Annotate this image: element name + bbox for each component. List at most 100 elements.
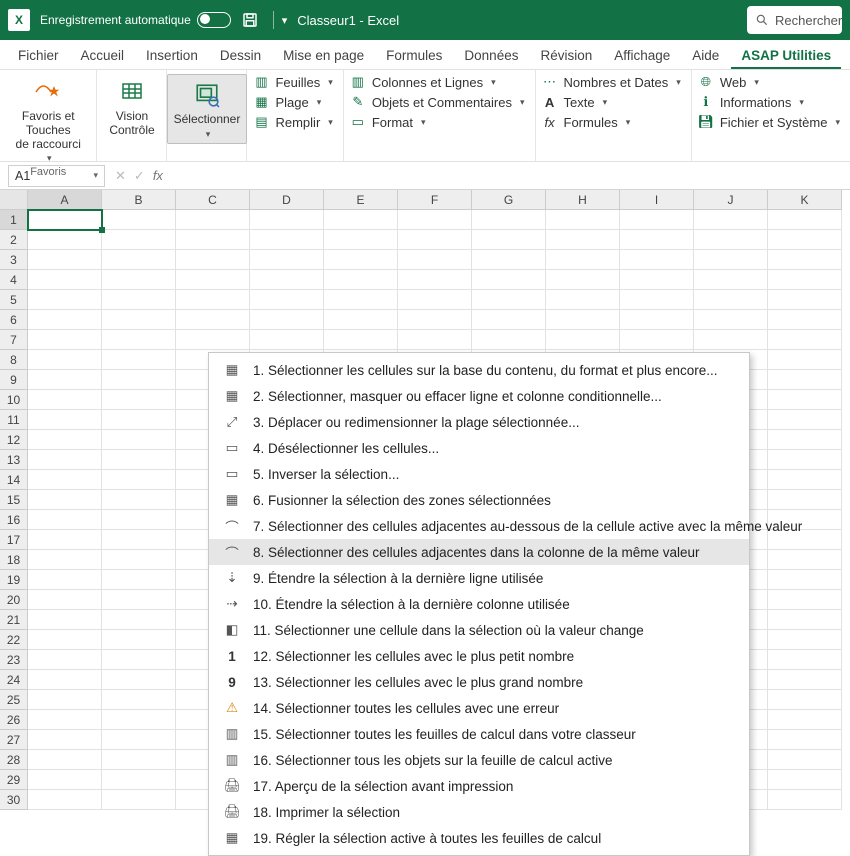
- cell[interactable]: [768, 270, 842, 290]
- tab-accueil[interactable]: Accueil: [71, 42, 135, 69]
- cell[interactable]: [768, 750, 842, 770]
- cell[interactable]: [102, 250, 176, 270]
- row-header[interactable]: 4: [0, 270, 28, 290]
- row-header[interactable]: 5: [0, 290, 28, 310]
- cell[interactable]: [250, 250, 324, 270]
- cell[interactable]: [694, 310, 768, 330]
- row-header[interactable]: 23: [0, 650, 28, 670]
- plage-button[interactable]: ▦Plage▾: [253, 94, 321, 110]
- cell[interactable]: [102, 350, 176, 370]
- cell[interactable]: [398, 270, 472, 290]
- cell[interactable]: [28, 650, 102, 670]
- menu-item-13[interactable]: 913. Sélectionner les cellules avec le p…: [209, 669, 749, 695]
- cell[interactable]: [102, 690, 176, 710]
- menu-item-6[interactable]: ▦6. Fusionner la sélection des zones sél…: [209, 487, 749, 513]
- cell[interactable]: [176, 330, 250, 350]
- cell[interactable]: [768, 330, 842, 350]
- cell[interactable]: [324, 250, 398, 270]
- cell[interactable]: [324, 330, 398, 350]
- cell[interactable]: [102, 210, 176, 230]
- informations-button[interactable]: ℹInformations▾: [698, 94, 804, 110]
- cell[interactable]: [28, 770, 102, 790]
- column-header[interactable]: F: [398, 190, 472, 210]
- cell[interactable]: [102, 310, 176, 330]
- name-box[interactable]: A1 ▾: [8, 165, 105, 187]
- row-header[interactable]: 19: [0, 570, 28, 590]
- cell[interactable]: [102, 570, 176, 590]
- row-header[interactable]: 25: [0, 690, 28, 710]
- tab-données[interactable]: Données: [454, 42, 528, 69]
- menu-item-4[interactable]: ▭4. Désélectionner les cellules...: [209, 435, 749, 461]
- cell[interactable]: [28, 370, 102, 390]
- row-header[interactable]: 7: [0, 330, 28, 350]
- cell[interactable]: [102, 590, 176, 610]
- cell[interactable]: [28, 510, 102, 530]
- menu-item-3[interactable]: ⤢3. Déplacer ou redimensionner la plage …: [209, 409, 749, 435]
- row-header[interactable]: 12: [0, 430, 28, 450]
- cell[interactable]: [472, 230, 546, 250]
- cell[interactable]: [102, 290, 176, 310]
- cell[interactable]: [694, 210, 768, 230]
- cell[interactable]: [250, 270, 324, 290]
- row-header[interactable]: 30: [0, 790, 28, 810]
- format-button[interactable]: ▭Format▾: [350, 114, 426, 130]
- cell[interactable]: [546, 290, 620, 310]
- row-header[interactable]: 29: [0, 770, 28, 790]
- cell[interactable]: [324, 210, 398, 230]
- cell[interactable]: [546, 210, 620, 230]
- cell[interactable]: [102, 430, 176, 450]
- cell[interactable]: [102, 550, 176, 570]
- cell[interactable]: [102, 770, 176, 790]
- cell[interactable]: [28, 230, 102, 250]
- cell[interactable]: [102, 230, 176, 250]
- cell[interactable]: [398, 230, 472, 250]
- cell[interactable]: [546, 330, 620, 350]
- cell[interactable]: [472, 290, 546, 310]
- cell[interactable]: [398, 290, 472, 310]
- cell[interactable]: [768, 470, 842, 490]
- row-header[interactable]: 13: [0, 450, 28, 470]
- cell[interactable]: [694, 270, 768, 290]
- cell[interactable]: [768, 250, 842, 270]
- row-header[interactable]: 2: [0, 230, 28, 250]
- cell[interactable]: [768, 410, 842, 430]
- row-header[interactable]: 27: [0, 730, 28, 750]
- cell[interactable]: [620, 210, 694, 230]
- tab-insertion[interactable]: Insertion: [136, 42, 208, 69]
- cell[interactable]: [620, 290, 694, 310]
- row-header[interactable]: 17: [0, 530, 28, 550]
- cell[interactable]: [546, 230, 620, 250]
- cell[interactable]: [28, 710, 102, 730]
- column-header[interactable]: D: [250, 190, 324, 210]
- save-icon[interactable]: [241, 11, 259, 29]
- formules-button[interactable]: fxFormules▾: [542, 114, 631, 130]
- colonnes-button[interactable]: ▥Colonnes et Lignes▾: [350, 74, 496, 90]
- tab-affichage[interactable]: Affichage: [604, 42, 680, 69]
- tab-aide[interactable]: Aide: [682, 42, 729, 69]
- cell[interactable]: [768, 310, 842, 330]
- cell[interactable]: [768, 690, 842, 710]
- cell[interactable]: [398, 250, 472, 270]
- cell[interactable]: [250, 230, 324, 250]
- row-header[interactable]: 20: [0, 590, 28, 610]
- cell[interactable]: [102, 370, 176, 390]
- column-header[interactable]: I: [620, 190, 694, 210]
- cell[interactable]: [28, 450, 102, 470]
- web-button[interactable]: 🌐︎Web▾: [698, 74, 759, 90]
- menu-item-9[interactable]: ⇣9. Étendre la sélection à la dernière l…: [209, 565, 749, 591]
- select-all-corner[interactable]: [0, 190, 28, 210]
- menu-item-11[interactable]: ◧11. Sélectionner une cellule dans la sé…: [209, 617, 749, 643]
- cell[interactable]: [768, 710, 842, 730]
- cell[interactable]: [768, 290, 842, 310]
- cell[interactable]: [28, 470, 102, 490]
- cell[interactable]: [768, 610, 842, 630]
- menu-item-12[interactable]: 112. Sélectionner les cellules avec le p…: [209, 643, 749, 669]
- menu-item-14[interactable]: ⚠14. Sélectionner toutes les cellules av…: [209, 695, 749, 721]
- cell[interactable]: [176, 270, 250, 290]
- cell[interactable]: [28, 350, 102, 370]
- column-header[interactable]: A: [28, 190, 102, 210]
- cell[interactable]: [176, 210, 250, 230]
- cell[interactable]: [620, 270, 694, 290]
- cell[interactable]: [102, 710, 176, 730]
- cell[interactable]: [28, 590, 102, 610]
